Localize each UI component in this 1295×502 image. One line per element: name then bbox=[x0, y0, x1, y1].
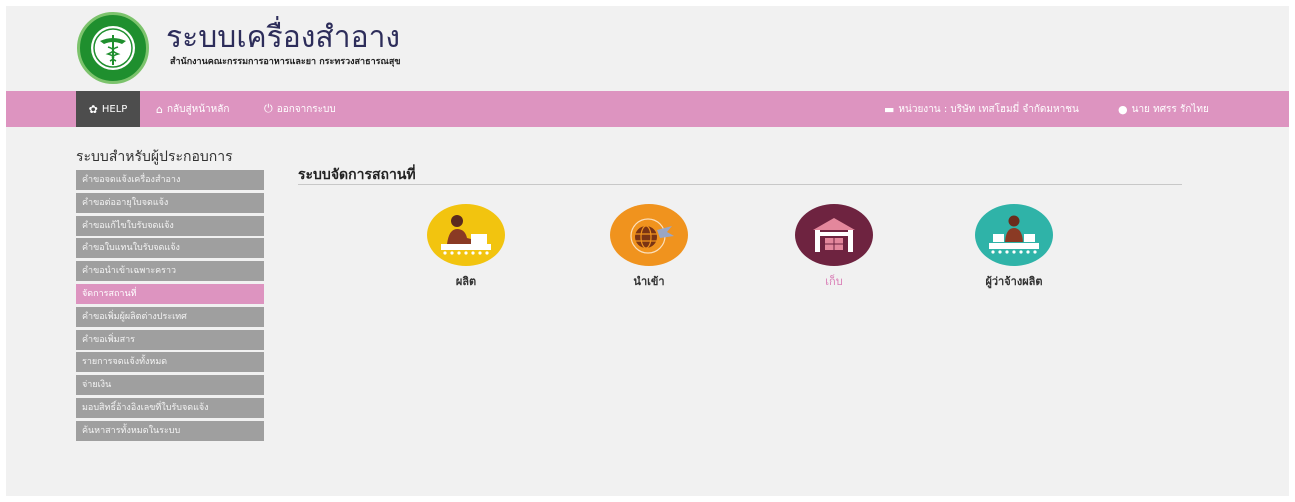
sidebar-item-search-substances[interactable]: ค้นหาสารทั้งหมดในระบบ bbox=[76, 420, 264, 441]
tile-label-storage: เก็บ bbox=[825, 275, 843, 288]
sidebar-item-foreign-manufacturer[interactable]: คำขอเพิ่มผู้ผลิตต่างประเทศ bbox=[76, 306, 264, 327]
sidebar-item-replacement[interactable]: คำขอใบแทนใบรับจดแจ้ง bbox=[76, 238, 264, 259]
tile-import[interactable]: นำเข้า bbox=[594, 204, 704, 290]
user-link[interactable]: ● นาย ทศรร รักไทย bbox=[1118, 91, 1209, 127]
sidebar-item-payment[interactable]: จ่ายเงิน bbox=[76, 375, 264, 396]
home-link[interactable]: ⌂ กลับสู่หน้าหลัก bbox=[156, 91, 229, 127]
page: ระบบเครื่องสำอาง สำนักงานคณะกรรมการอาหาร… bbox=[6, 6, 1289, 496]
top-navbar: ✿ HELP ⌂ กลับสู่หน้าหลัก ⏻ ออกจากระบบ ▬ … bbox=[6, 91, 1289, 127]
home-label: กลับสู่หน้าหลัก bbox=[166, 103, 230, 115]
tile-label-contract-manufacturer: ผู้ว่าจ้างผลิต bbox=[985, 275, 1043, 288]
sidebar-item-amend[interactable]: คำขอแก้ไขใบรับจดแจ้ง bbox=[76, 215, 264, 236]
tile-label-import: นำเข้า bbox=[633, 275, 665, 288]
help-button[interactable]: ✿ HELP bbox=[76, 91, 140, 127]
agency-label: หน่วยงาน : บริษัท เทสโฮมมี่ จำกัดมหาชน bbox=[898, 103, 1079, 115]
globe-import-icon bbox=[610, 204, 688, 266]
caduceus-icon bbox=[91, 26, 135, 70]
sidebar-item-import-occasional[interactable]: คำขอนำเข้าเฉพาะคราว bbox=[76, 261, 264, 282]
logout-label: ออกจากระบบ bbox=[276, 103, 336, 115]
sidebar-item-add-substance[interactable]: คำขอเพิ่มสาร bbox=[76, 329, 264, 350]
sidebar-item-grant-reference[interactable]: มอบสิทธิ์อ้างอิงเลขที่ใบรับจดแจ้ง bbox=[76, 397, 264, 418]
sidebar-item-manage-location[interactable]: จัดการสถานที่ bbox=[76, 283, 264, 304]
tile-label-manufacture: ผลิต bbox=[455, 275, 477, 288]
tile-manufacture[interactable]: ผลิต bbox=[411, 204, 521, 290]
home-icon: ⌂ bbox=[156, 102, 163, 116]
sidebar-heading: ระบบสำหรับผู้ประกอบการ bbox=[76, 149, 233, 165]
sidebar-item-register[interactable]: คำขอจดแจ้งเครื่องสำอาง bbox=[76, 170, 264, 190]
power-icon: ⏻ bbox=[264, 102, 273, 115]
fda-logo bbox=[77, 12, 149, 84]
briefcase-icon: ▬ bbox=[884, 102, 895, 116]
page-title: ระบบจัดการสถานที่ bbox=[298, 167, 416, 183]
conveyor-worker-icon bbox=[975, 204, 1053, 266]
tile-contract-manufacturer[interactable]: ผู้ว่าจ้างผลิต bbox=[959, 204, 1069, 290]
factory-worker-icon bbox=[427, 204, 505, 266]
title-divider bbox=[298, 184, 1182, 185]
app-subtitle: สำนักงานคณะกรรมการอาหารและยา กระทรวงสาธา… bbox=[170, 57, 401, 67]
user-label: นาย ทศรร รักไทย bbox=[1131, 103, 1209, 115]
help-label: HELP bbox=[101, 103, 128, 115]
user-icon: ● bbox=[1118, 102, 1128, 116]
gear-icon: ✿ bbox=[88, 102, 98, 116]
logout-link[interactable]: ⏻ ออกจากระบบ bbox=[264, 91, 336, 127]
sidebar-item-all-registrations[interactable]: รายการจดแจ้งทั้งหมด bbox=[76, 352, 264, 373]
agency-link[interactable]: ▬ หน่วยงาน : บริษัท เทสโฮมมี่ จำกัดมหาชน bbox=[884, 91, 1079, 127]
sidebar-menu: คำขอจดแจ้งเครื่องสำอาง คำขอต่ออายุใบจดแจ… bbox=[76, 170, 264, 444]
tile-storage[interactable]: เก็บ bbox=[779, 204, 889, 290]
warehouse-icon bbox=[795, 204, 873, 266]
sidebar-item-renew[interactable]: คำขอต่ออายุใบจดแจ้ง bbox=[76, 192, 264, 213]
